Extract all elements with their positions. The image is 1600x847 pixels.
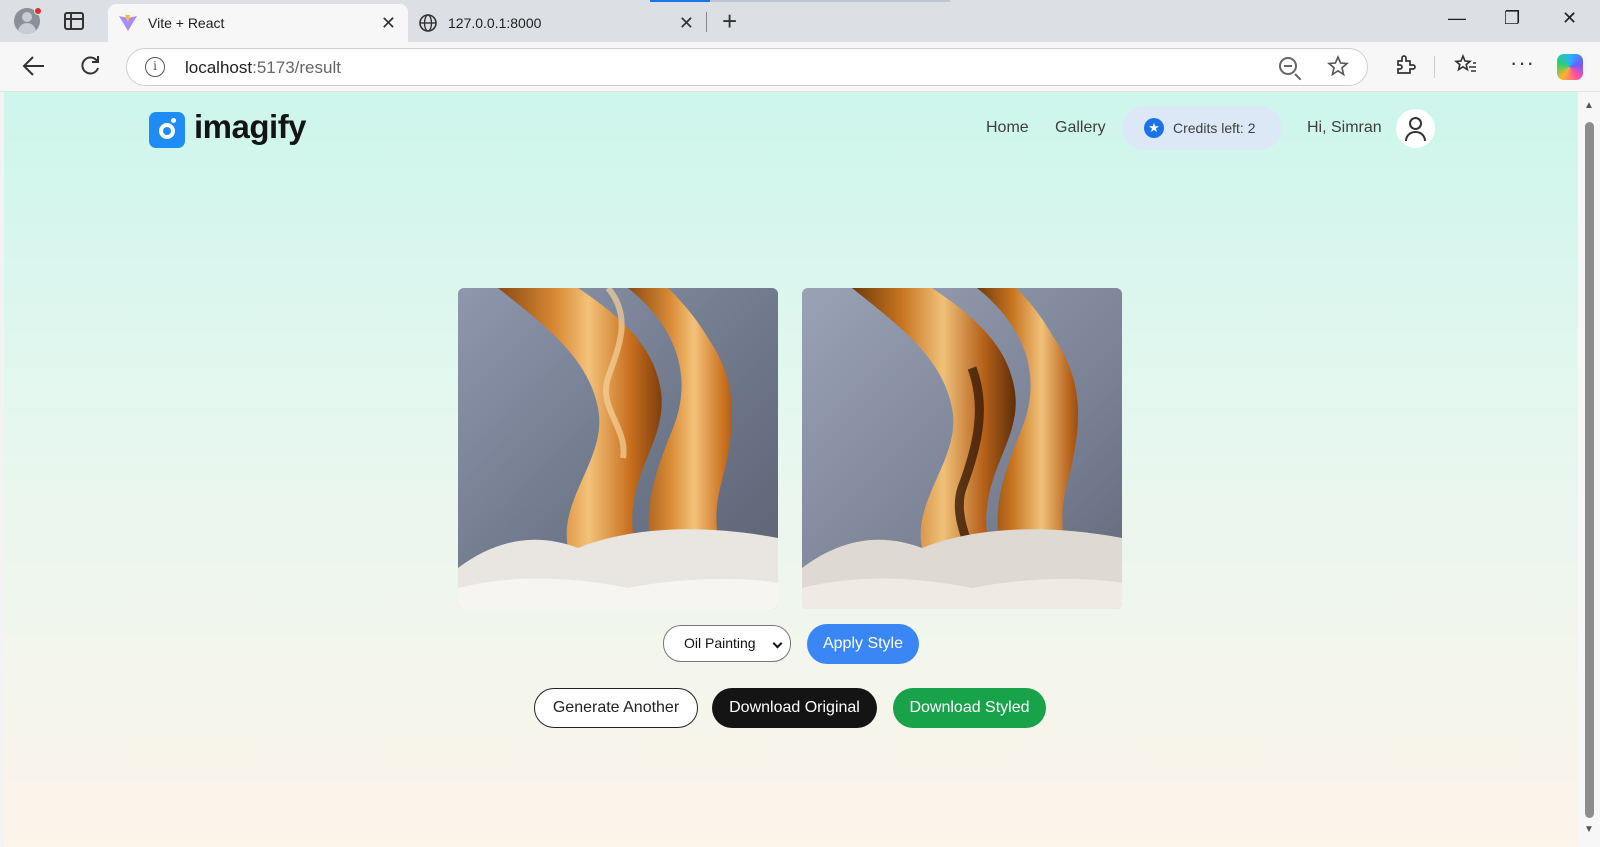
vite-logo-icon — [119, 15, 137, 31]
globe-icon — [419, 14, 437, 32]
tab-vite-react[interactable]: Vite + React ✕ — [108, 4, 408, 42]
tab-loading-track — [710, 0, 950, 2]
address-bar-row: i localhost:5173/result ··· — [0, 42, 1600, 92]
user-avatar-icon[interactable] — [1396, 109, 1435, 148]
scroll-down-arrow-icon[interactable]: ▼ — [1584, 824, 1594, 835]
tab-strip: Vite + React ✕ 127.0.0.1:8000 ✕ + — ❐ ✕ — [0, 0, 1600, 42]
logo-text[interactable]: imagify — [194, 108, 307, 146]
url-bar[interactable]: i localhost:5173/result — [126, 48, 1368, 86]
zoom-out-icon[interactable] — [1279, 57, 1297, 75]
credits-label: Credits left: 2 — [1173, 120, 1256, 136]
nav-gallery[interactable]: Gallery — [1055, 119, 1106, 137]
tab-loading-indicator — [650, 0, 710, 2]
url-text: localhost:5173/result — [185, 58, 341, 78]
copilot-icon[interactable] — [1557, 54, 1583, 80]
extensions-icon[interactable] — [1394, 54, 1416, 76]
download-original-button[interactable]: Download Original — [712, 688, 877, 728]
back-arrow-icon[interactable] — [22, 55, 46, 77]
original-image — [458, 288, 778, 609]
apply-style-button[interactable]: Apply Style — [807, 624, 919, 664]
favorites-icon[interactable] — [1454, 54, 1478, 76]
close-tab-icon[interactable]: ✕ — [679, 13, 694, 34]
tab-title: Vite + React — [148, 15, 225, 31]
url-path: :5173/result — [252, 58, 341, 77]
url-host: localhost — [185, 58, 253, 77]
restore-button[interactable]: ❐ — [1504, 8, 1520, 29]
nav-home[interactable]: Home — [986, 119, 1029, 137]
tab-divider — [706, 12, 707, 32]
chevron-down-icon — [772, 638, 783, 649]
star-badge-icon: ★ — [1144, 118, 1164, 138]
styled-image — [802, 288, 1122, 609]
tab-title: 127.0.0.1:8000 — [448, 15, 542, 31]
scrollbar-thumb[interactable] — [1585, 122, 1594, 818]
more-options-icon[interactable]: ··· — [1510, 50, 1535, 76]
tab-actions-icon[interactable] — [64, 12, 84, 30]
new-tab-button[interactable]: + — [722, 8, 737, 34]
refresh-icon[interactable] — [79, 55, 101, 77]
style-select[interactable]: Oil Painting — [663, 625, 791, 662]
style-select-value: Oil Painting — [684, 635, 756, 651]
favorite-star-icon[interactable] — [1327, 55, 1349, 77]
minimize-button[interactable]: — — [1448, 8, 1466, 29]
credits-button[interactable]: ★ Credits left: 2 — [1122, 106, 1282, 150]
page-viewport: imagify Home Gallery ★ Credits left: 2 H… — [4, 92, 1578, 847]
site-info-icon[interactable]: i — [145, 57, 165, 77]
close-window-button[interactable]: ✕ — [1562, 8, 1577, 29]
close-tab-icon[interactable]: ✕ — [381, 13, 396, 34]
toolbar-divider — [1434, 56, 1435, 78]
notification-dot — [34, 7, 42, 15]
generate-another-button[interactable]: Generate Another — [534, 688, 698, 728]
scroll-up-arrow-icon[interactable]: ▲ — [1584, 100, 1594, 111]
download-styled-button[interactable]: Download Styled — [893, 688, 1046, 728]
vertical-scrollbar[interactable]: ▲ ▼ — [1578, 92, 1600, 847]
user-greeting: Hi, Simran — [1307, 119, 1382, 136]
imagify-logo-icon[interactable] — [149, 112, 185, 148]
tab-localhost-8000[interactable]: 127.0.0.1:8000 ✕ — [408, 4, 706, 42]
